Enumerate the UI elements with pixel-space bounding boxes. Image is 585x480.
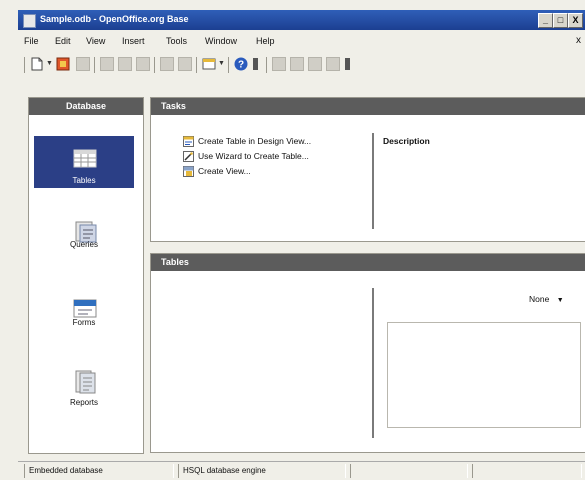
database-header: Database [29, 98, 143, 115]
standard-toolbar: ▼ ▼ ? [18, 54, 585, 76]
menu-view[interactable]: View [86, 36, 105, 46]
form-icon[interactable] [202, 57, 216, 71]
preview-mode-value: None [529, 294, 550, 304]
maximize-button[interactable]: □ [553, 13, 568, 28]
open-folder-icon[interactable] [56, 57, 70, 71]
menu-bar: File Edit View Insert Tools Window Help … [18, 33, 585, 49]
sort-descending-icon[interactable] [178, 57, 192, 71]
design-view-icon [183, 136, 194, 147]
copy-icon[interactable] [118, 57, 132, 71]
sidebar-item-reports[interactable]: Reports [34, 360, 134, 416]
menu-window[interactable]: Window [205, 36, 237, 46]
sidebar-item-forms[interactable]: Forms [34, 286, 134, 338]
menu-tools[interactable]: Tools [166, 36, 187, 46]
print-icon[interactable] [326, 57, 340, 71]
status-database-engine: HSQL database engine [178, 464, 346, 478]
form-design-icon[interactable] [308, 57, 322, 71]
help-icon[interactable]: ? [234, 57, 248, 71]
report-icon[interactable] [252, 57, 260, 71]
tables-panel: Tables None ▼ [150, 253, 585, 453]
table-icon[interactable] [272, 57, 286, 71]
svg-text:?: ? [238, 60, 244, 71]
toolbar-grip [24, 57, 25, 73]
navigator-icon[interactable] [344, 57, 352, 71]
menu-edit[interactable]: Edit [55, 36, 71, 46]
description-label: Description [383, 136, 430, 146]
database-panel: Database Tables Queries Forms Reports [28, 97, 144, 454]
sidebar-item-label: Reports [69, 398, 98, 407]
status-bar: Embedded database HSQL database engine [18, 461, 585, 480]
menu-file[interactable]: File [24, 36, 39, 46]
tables-icon [73, 149, 97, 168]
preview-mode-dropdown[interactable]: None ▼ [529, 294, 564, 304]
wizard-icon [183, 151, 194, 162]
forms-icon [73, 299, 97, 318]
new-document-icon[interactable] [30, 57, 44, 71]
task-label: Create View... [198, 166, 251, 176]
query-icon[interactable] [290, 57, 304, 71]
form-dropdown-arrow-icon[interactable]: ▼ [218, 60, 225, 67]
task-label: Use Wizard to Create Table... [198, 151, 309, 161]
sidebar-item-label: Queries [69, 240, 98, 249]
toolbar-separator [266, 57, 267, 73]
chevron-down-icon: ▼ [556, 297, 564, 304]
menu-help[interactable]: Help [256, 36, 275, 46]
sort-ascending-icon[interactable] [160, 57, 174, 71]
save-icon[interactable] [76, 57, 90, 71]
tasks-panel: Tasks Create Table in Design View... Use… [150, 97, 585, 242]
close-button[interactable]: X [568, 13, 583, 28]
new-dropdown-arrow-icon[interactable]: ▼ [46, 60, 53, 67]
sidebar-item-queries[interactable]: Queries [34, 210, 134, 262]
app-icon [23, 14, 36, 28]
task-label: Create Table in Design View... [198, 136, 312, 146]
tasks-splitter[interactable] [372, 133, 374, 229]
status-cell-empty [350, 464, 468, 478]
sidebar-item-label: Tables [72, 176, 96, 185]
minimize-button[interactable]: _ [538, 13, 553, 28]
reports-icon [75, 370, 96, 394]
toolbar-separator [196, 57, 197, 73]
paste-icon[interactable] [136, 57, 150, 71]
status-database-type: Embedded database [24, 464, 174, 478]
menu-insert[interactable]: Insert [122, 36, 145, 46]
toolbar-separator [154, 57, 155, 73]
title-bar: Sample.odb - OpenOffice.org Base _ □ X [18, 10, 585, 30]
cut-icon[interactable] [100, 57, 114, 71]
tables-header: Tables [151, 254, 585, 271]
view-icon [183, 166, 194, 177]
status-cell-empty [472, 464, 582, 478]
sidebar-item-tables[interactable]: Tables [34, 136, 134, 188]
tasks-header: Tasks [151, 98, 585, 115]
sidebar-item-label: Forms [72, 318, 96, 327]
window-title: Sample.odb - OpenOffice.org Base [40, 14, 189, 24]
toolbar-separator [94, 57, 95, 73]
toolbar-separator [228, 57, 229, 73]
tables-splitter[interactable] [372, 288, 374, 438]
close-document-button[interactable]: x [576, 35, 581, 46]
preview-area [387, 322, 581, 428]
